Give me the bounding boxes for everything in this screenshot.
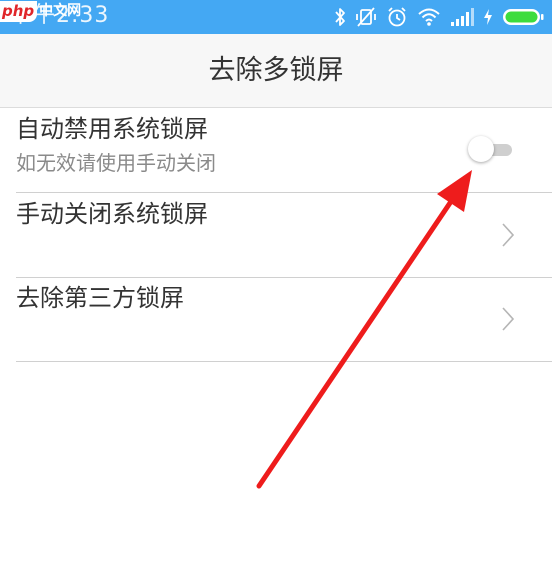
title-bar: 去除多锁屏	[0, 34, 552, 108]
setting-remove-third-party-lockscreen[interactable]: 去除第三方锁屏	[16, 277, 552, 362]
vibrate-off-icon	[356, 7, 376, 27]
charging-icon	[484, 9, 492, 25]
page-title: 去除多锁屏	[208, 55, 344, 86]
auto-disable-toggle[interactable]	[466, 136, 514, 164]
chevron-right-icon	[502, 223, 515, 247]
signal-icon	[451, 8, 474, 26]
setting-title: 手动关闭系统锁屏	[16, 200, 208, 228]
toggle-thumb	[468, 136, 494, 162]
status-bar: 下午2:33 php 中文网	[0, 0, 552, 34]
setting-subtitle: 如无效请使用手动关闭	[16, 151, 216, 175]
watermark-cn: 中文网	[39, 3, 82, 19]
alarm-icon	[388, 7, 406, 27]
setting-title: 去除第三方锁屏	[16, 284, 184, 312]
watermark-php: php	[0, 0, 38, 22]
setting-manual-disable-lockscreen[interactable]: 手动关闭系统锁屏	[16, 193, 552, 278]
battery-icon	[503, 9, 544, 25]
wifi-icon	[418, 8, 440, 26]
setting-title: 自动禁用系统锁屏	[16, 115, 208, 143]
setting-auto-disable-lockscreen[interactable]: 自动禁用系统锁屏 如无效请使用手动关闭	[16, 108, 552, 193]
watermark-logo: php 中文网	[0, 0, 81, 22]
status-icons	[334, 3, 544, 31]
bluetooth-icon	[335, 8, 345, 26]
chevron-right-icon	[502, 307, 515, 331]
